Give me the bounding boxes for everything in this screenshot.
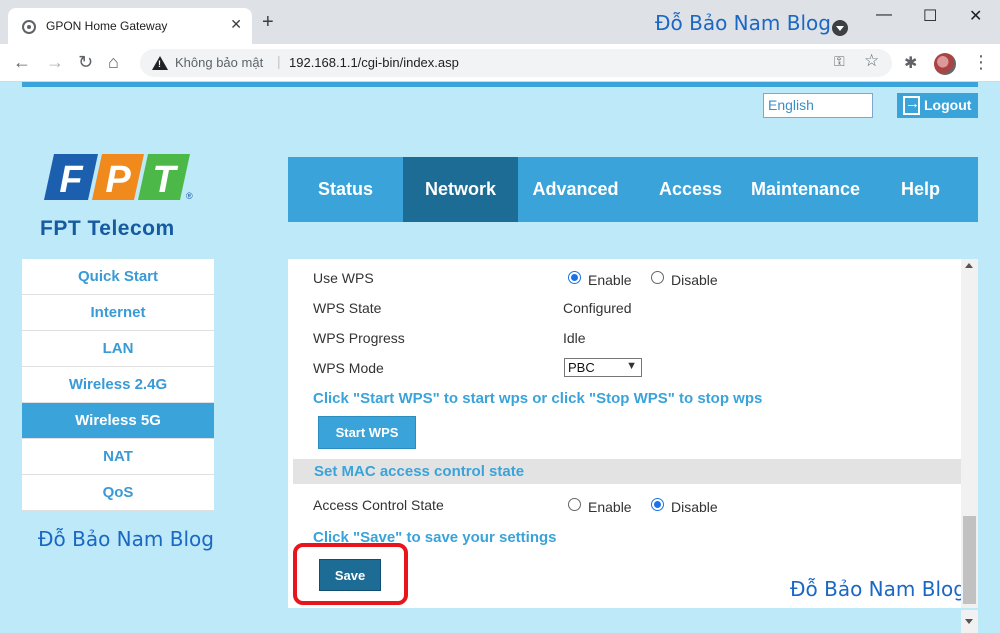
sidebar-watermark: Đỗ Bảo Nam Blog: [38, 527, 214, 551]
access-control-enable-radio[interactable]: [568, 498, 581, 511]
access-control-enable-label[interactable]: Enable: [588, 499, 632, 515]
reload-icon[interactable]: ↻: [78, 52, 93, 72]
scroll-down-arrow-icon[interactable]: [961, 610, 978, 633]
brand-name: FPT Telecom: [40, 217, 175, 240]
wps-mode-label: WPS Mode: [313, 360, 384, 376]
close-tab-icon[interactable]: ✕: [230, 16, 242, 33]
logo-letter-t: T: [152, 159, 178, 201]
menu-kebab-icon[interactable]: ⋮: [972, 52, 990, 73]
wps-mode-select[interactable]: PBC ▼: [564, 358, 642, 377]
browser-toolbar: ← → ↻ ⌂ Không bảo mật | 192.168.1.1/cgi-…: [0, 44, 1000, 82]
logout-label: Logout: [924, 97, 972, 113]
sidebar-item-internet[interactable]: Internet: [22, 295, 214, 331]
blog-watermark: Đỗ Bảo Nam Blog: [655, 11, 831, 35]
scrollbar-thumb[interactable]: [963, 516, 976, 604]
use-wps-disable-radio[interactable]: [651, 271, 664, 284]
home-icon[interactable]: ⌂: [108, 52, 119, 72]
globe-icon: [22, 20, 36, 34]
sidebar-item-wireless-5g[interactable]: Wireless 5G: [22, 403, 214, 439]
minimize-button[interactable]: —: [876, 6, 892, 24]
wps-instructions: Click "Start WPS" to start wps or click …: [313, 390, 763, 407]
logo-t: T: [138, 154, 190, 201]
warning-icon[interactable]: [152, 56, 168, 70]
logo-letter-p: P: [105, 159, 131, 201]
logout-button[interactable]: Logout: [897, 93, 978, 118]
tab-search-icon[interactable]: [832, 20, 848, 36]
nav-help[interactable]: Help: [863, 157, 978, 222]
tab-title: GPON Home Gateway: [46, 19, 168, 33]
access-control-disable-label[interactable]: Disable: [671, 499, 718, 515]
sidebar-item-lan[interactable]: LAN: [22, 331, 214, 367]
close-window-button[interactable]: ✕: [969, 6, 982, 26]
back-icon[interactable]: ←: [13, 52, 31, 72]
logo-f: F: [44, 154, 98, 201]
access-control-label: Access Control State: [313, 497, 444, 513]
profile-avatar[interactable]: [934, 53, 956, 75]
save-highlight-box: [293, 543, 408, 605]
start-wps-button[interactable]: Start WPS: [318, 416, 416, 449]
registered-mark: ®: [186, 191, 193, 201]
forward-icon[interactable]: →: [46, 52, 64, 72]
key-icon[interactable]: ⚿: [834, 53, 845, 70]
main-navigation: Status Network Advanced Access Maintenan…: [288, 157, 978, 222]
chevron-down-icon: ▼: [626, 360, 637, 372]
logo-letter-f: F: [59, 159, 84, 201]
sidebar-item-wireless-2-4g[interactable]: Wireless 2.4G: [22, 367, 214, 403]
nav-access[interactable]: Access: [633, 157, 748, 222]
logo-p: P: [92, 154, 144, 201]
extensions-icon[interactable]: ✱: [904, 53, 917, 73]
use-wps-disable-label[interactable]: Disable: [671, 272, 718, 288]
use-wps-label: Use WPS: [313, 270, 374, 286]
use-wps-enable-radio[interactable]: [568, 271, 581, 284]
use-wps-enable-label[interactable]: Enable: [588, 272, 632, 288]
url-text[interactable]: 192.168.1.1/cgi-bin/index.asp: [289, 55, 459, 70]
logout-icon: [903, 95, 920, 115]
wps-state-value: Configured: [563, 300, 632, 316]
wps-mode-value: PBC: [568, 360, 595, 375]
sidebar-item-qos[interactable]: QoS: [22, 475, 214, 511]
nav-status[interactable]: Status: [288, 157, 403, 222]
sidebar-item-nat[interactable]: NAT: [22, 439, 214, 475]
browser-tab[interactable]: GPON Home Gateway ✕: [8, 8, 252, 44]
browser-tab-bar: GPON Home Gateway ✕ + Đỗ Bảo Nam Blog — …: [0, 0, 1000, 44]
wps-state-label: WPS State: [313, 300, 382, 316]
nav-network[interactable]: Network: [403, 157, 518, 222]
content-watermark: Đỗ Bảo Nam Blog: [790, 577, 966, 601]
new-tab-button[interactable]: +: [262, 12, 274, 32]
security-warning[interactable]: Không bảo mật: [175, 55, 263, 70]
maximize-button[interactable]: ☐: [923, 6, 937, 26]
sidebar-item-quick-start[interactable]: Quick Start: [22, 259, 214, 295]
sidebar-menu: Quick Start Internet LAN Wireless 2.4G W…: [22, 259, 214, 511]
mac-section-title: Set MAC access control state: [293, 459, 961, 484]
scrollbar[interactable]: [961, 259, 978, 608]
header-divider: [22, 82, 978, 87]
wps-progress-value: Idle: [563, 330, 586, 346]
language-select[interactable]: English: [763, 93, 873, 118]
address-bar[interactable]: Không bảo mật | 192.168.1.1/cgi-bin/inde…: [140, 49, 892, 77]
access-control-disable-radio[interactable]: [651, 498, 664, 511]
nav-advanced[interactable]: Advanced: [518, 157, 633, 222]
address-separator: |: [277, 53, 281, 69]
wps-progress-label: WPS Progress: [313, 330, 405, 346]
scroll-up-arrow-icon[interactable]: [965, 263, 973, 268]
bookmark-star-icon[interactable]: ☆: [864, 51, 879, 71]
nav-maintenance[interactable]: Maintenance: [748, 157, 863, 222]
